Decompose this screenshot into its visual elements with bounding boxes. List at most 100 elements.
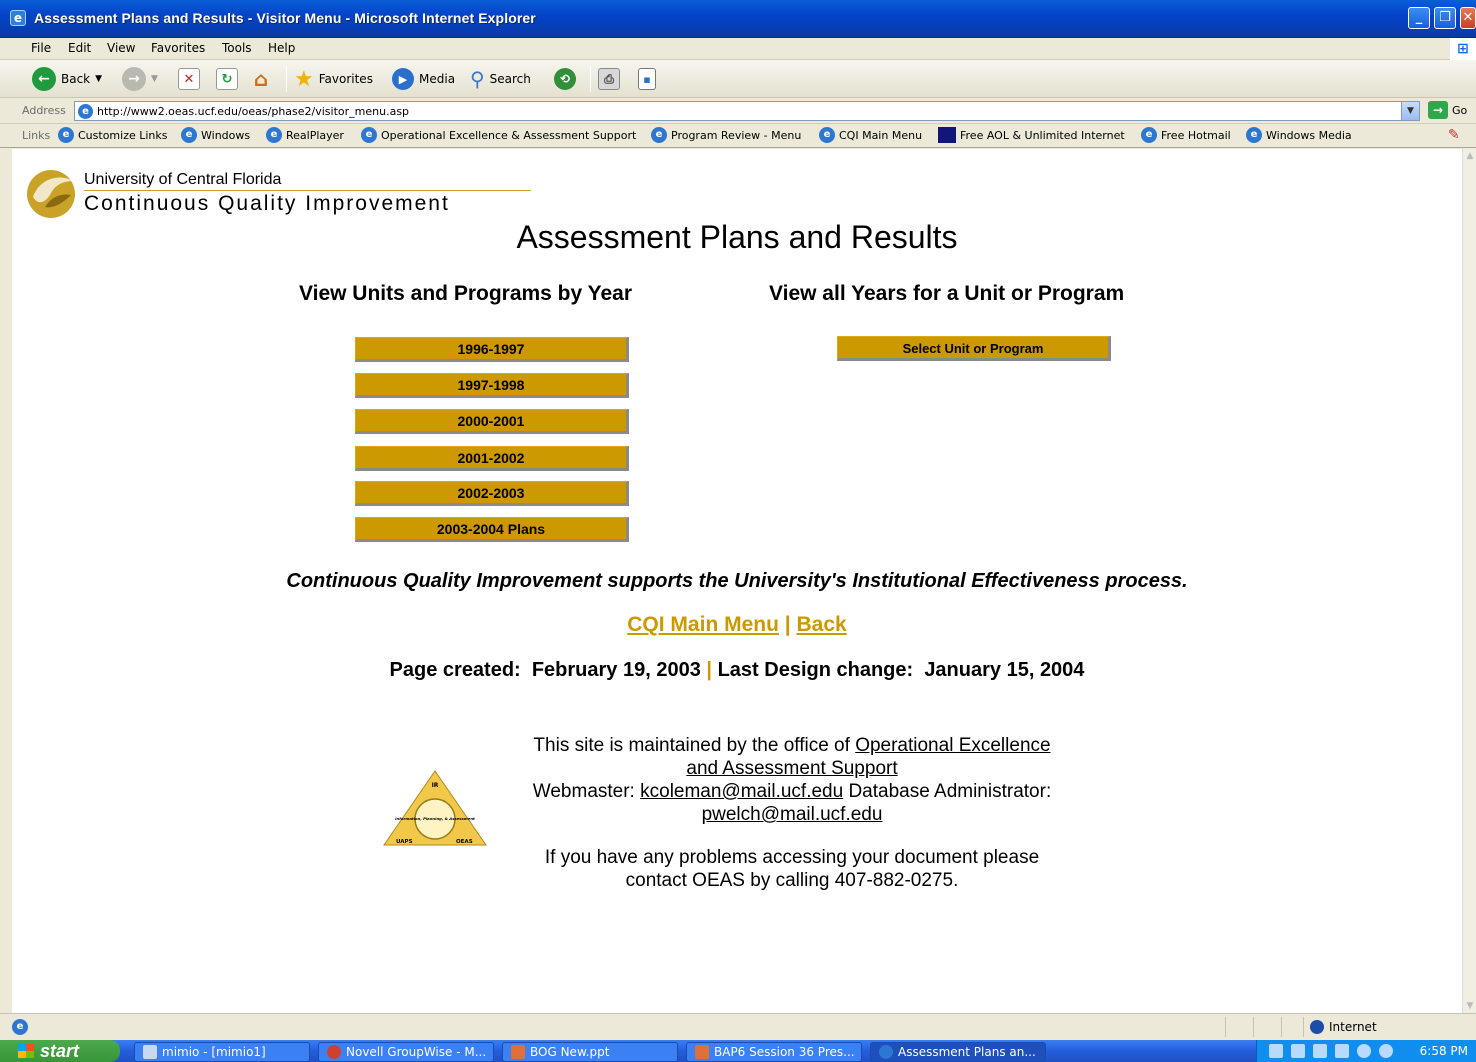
print-button[interactable]: ⎙ bbox=[598, 66, 620, 92]
favorites-button[interactable]: ★ Favorites bbox=[294, 66, 373, 92]
menu-tools[interactable]: Tools bbox=[222, 41, 252, 55]
tray-volume-icon[interactable] bbox=[1357, 1044, 1371, 1058]
printer-icon: ⎙ bbox=[598, 68, 620, 90]
link-label: CQI Main Menu bbox=[839, 128, 923, 142]
history-button[interactable]: ⟲ bbox=[554, 66, 576, 92]
ie-page-icon: e bbox=[819, 127, 835, 143]
minimize-button[interactable]: _ bbox=[1408, 7, 1430, 29]
tray-pen-icon[interactable] bbox=[1269, 1044, 1283, 1058]
search-label: Search bbox=[489, 72, 531, 86]
menu-help[interactable]: Help bbox=[268, 41, 295, 55]
link-program-review[interactable]: e Program Review - Menu bbox=[651, 127, 801, 143]
ie-page-icon: e bbox=[266, 127, 282, 143]
system-tray: 6:58 PM bbox=[1256, 1040, 1476, 1062]
home-button[interactable]: ⌂ bbox=[250, 66, 272, 92]
links-label: Links bbox=[22, 129, 51, 142]
page-title: Assessment Plans and Results bbox=[516, 219, 958, 255]
window-title: Assessment Plans and Results - Visitor M… bbox=[34, 10, 536, 26]
task-groupwise[interactable]: Novell GroupWise - M... bbox=[318, 1042, 494, 1062]
ie-page-icon: e bbox=[361, 127, 377, 143]
oeas-office-link-2[interactable]: and Assessment Support bbox=[686, 758, 897, 779]
back-link[interactable]: Back bbox=[797, 613, 847, 636]
year-button-2002-2003[interactable]: 2002-2003 bbox=[355, 481, 629, 506]
menu-edit[interactable]: Edit bbox=[68, 41, 91, 55]
link-cqi-main-menu[interactable]: e CQI Main Menu bbox=[819, 127, 922, 143]
clock[interactable]: 6:58 PM bbox=[1420, 1044, 1468, 1058]
refresh-button[interactable]: ↻ bbox=[216, 66, 238, 92]
tray-network-icon[interactable] bbox=[1335, 1044, 1349, 1058]
link-free-aol[interactable]: Free AOL & Unlimited Internet bbox=[938, 127, 1125, 143]
forward-arrow-icon: → bbox=[122, 67, 146, 91]
year-button-1996-1997[interactable]: 1996-1997 bbox=[355, 337, 629, 362]
link-label: Free AOL & Unlimited Internet bbox=[960, 128, 1125, 142]
start-button[interactable]: start bbox=[0, 1040, 120, 1062]
tray-display-icon[interactable] bbox=[1291, 1044, 1305, 1058]
nav-separator: | bbox=[784, 613, 791, 636]
go-button[interactable]: → Go bbox=[1428, 101, 1467, 119]
stop-button[interactable]: ✕ bbox=[178, 66, 200, 92]
dba-email-link[interactable]: pwelch@mail.ucf.edu bbox=[702, 804, 883, 825]
link-label: Program Review - Menu bbox=[671, 128, 802, 142]
link-windows-media[interactable]: e Windows Media bbox=[1246, 127, 1352, 143]
link-windows[interactable]: e Windows bbox=[181, 127, 250, 143]
tray-tool-icon[interactable] bbox=[1313, 1044, 1327, 1058]
status-divider bbox=[1225, 1017, 1226, 1037]
oeas-office-link-1[interactable]: Operational Excellence bbox=[855, 735, 1050, 756]
search-button[interactable]: ⚲ Search bbox=[470, 66, 531, 92]
standard-toolbar: ← Back ▼ → ▼ ✕ ↻ ⌂ ★ Favorites ▶ Media ⚲… bbox=[0, 60, 1476, 98]
menu-file[interactable]: File bbox=[31, 41, 51, 55]
mimio-icon bbox=[143, 1045, 157, 1059]
year-button-1997-1998[interactable]: 1997-1998 bbox=[355, 373, 629, 398]
scroll-down-icon[interactable]: ▼ bbox=[1463, 999, 1476, 1013]
address-input[interactable]: e http://www2.oeas.ucf.edu/oeas/phase2/v… bbox=[74, 101, 1420, 121]
media-button[interactable]: ▶ Media bbox=[392, 66, 455, 92]
program-name: Continuous Quality Improvement bbox=[84, 192, 450, 215]
link-oeas[interactable]: e Operational Excellence & Assessment Sup… bbox=[361, 127, 636, 143]
taskbar: start mimio - [mimio1] Novell GroupWise … bbox=[0, 1040, 1476, 1062]
back-button[interactable]: ← Back ▼ bbox=[32, 66, 102, 92]
design-label: Last Design change: bbox=[717, 659, 914, 681]
year-button-2003-2004-plans[interactable]: 2003-2004 Plans bbox=[355, 517, 629, 542]
webmaster-label: Webmaster: bbox=[532, 781, 635, 802]
page-content: University of Central Florida Continuous… bbox=[12, 149, 1462, 1013]
zone-label: Internet bbox=[1329, 1020, 1377, 1034]
link-label: Customize Links bbox=[78, 128, 168, 142]
tray-security-icon[interactable] bbox=[1379, 1044, 1393, 1058]
link-customize-links[interactable]: e Customize Links bbox=[58, 127, 168, 143]
cqi-main-menu-link[interactable]: CQI Main Menu bbox=[627, 613, 779, 636]
webmaster-email-link[interactable]: kcoleman@mail.ucf.edu bbox=[640, 781, 843, 802]
task-label: Assessment Plans an... bbox=[898, 1045, 1036, 1059]
powerpoint-icon bbox=[695, 1045, 709, 1059]
status-divider bbox=[1253, 1017, 1254, 1037]
link-label: Operational Excellence & Assessment Supp… bbox=[381, 128, 637, 142]
task-bog-ppt[interactable]: BOG New.ppt bbox=[502, 1042, 678, 1062]
task-bap6-ppt[interactable]: BAP6 Session 36 Pres... bbox=[686, 1042, 862, 1062]
link-free-hotmail[interactable]: e Free Hotmail bbox=[1141, 127, 1231, 143]
forward-button[interactable]: → ▼ bbox=[122, 66, 158, 92]
restore-button[interactable]: ❐ bbox=[1434, 7, 1456, 29]
menu-view[interactable]: View bbox=[107, 41, 135, 55]
scroll-up-icon[interactable]: ▲ bbox=[1463, 149, 1476, 163]
select-unit-button[interactable]: Select Unit or Program bbox=[837, 336, 1111, 361]
year-button-2000-2001[interactable]: 2000-2001 bbox=[355, 409, 629, 434]
link-realplayer[interactable]: e RealPlayer bbox=[266, 127, 344, 143]
address-url[interactable]: http://www2.oeas.ucf.edu/oeas/phase2/vis… bbox=[97, 105, 409, 118]
history-icon: ⟲ bbox=[554, 68, 576, 90]
task-assessment-plans[interactable]: Assessment Plans an... bbox=[870, 1042, 1046, 1062]
close-button[interactable]: ✕ bbox=[1460, 7, 1476, 29]
task-mimio[interactable]: mimio - [mimio1] bbox=[134, 1042, 310, 1062]
problem-line-1: If you have any problems accessing your … bbox=[544, 847, 1040, 868]
contact-info: If you have any problems accessing your … bbox=[472, 846, 1112, 892]
chevron-down-icon[interactable]: ▼ bbox=[1401, 102, 1419, 120]
year-button-2001-2002[interactable]: 2001-2002 bbox=[355, 446, 629, 471]
start-label: start bbox=[40, 1040, 80, 1061]
oeas-logo-uaps: UAPS bbox=[396, 839, 413, 845]
groupwise-icon bbox=[327, 1045, 341, 1059]
acrobat-icon: ✎ bbox=[1448, 127, 1460, 143]
menu-favorites[interactable]: Favorites bbox=[151, 41, 205, 55]
vertical-scrollbar[interactable]: ▲ ▼ bbox=[1462, 149, 1476, 1013]
design-date: January 15, 2004 bbox=[924, 659, 1085, 681]
links-overflow-button[interactable]: ✎ bbox=[1448, 127, 1460, 143]
edit-button[interactable]: ▪ bbox=[638, 66, 656, 92]
chevron-down-icon: ▼ bbox=[95, 74, 103, 84]
